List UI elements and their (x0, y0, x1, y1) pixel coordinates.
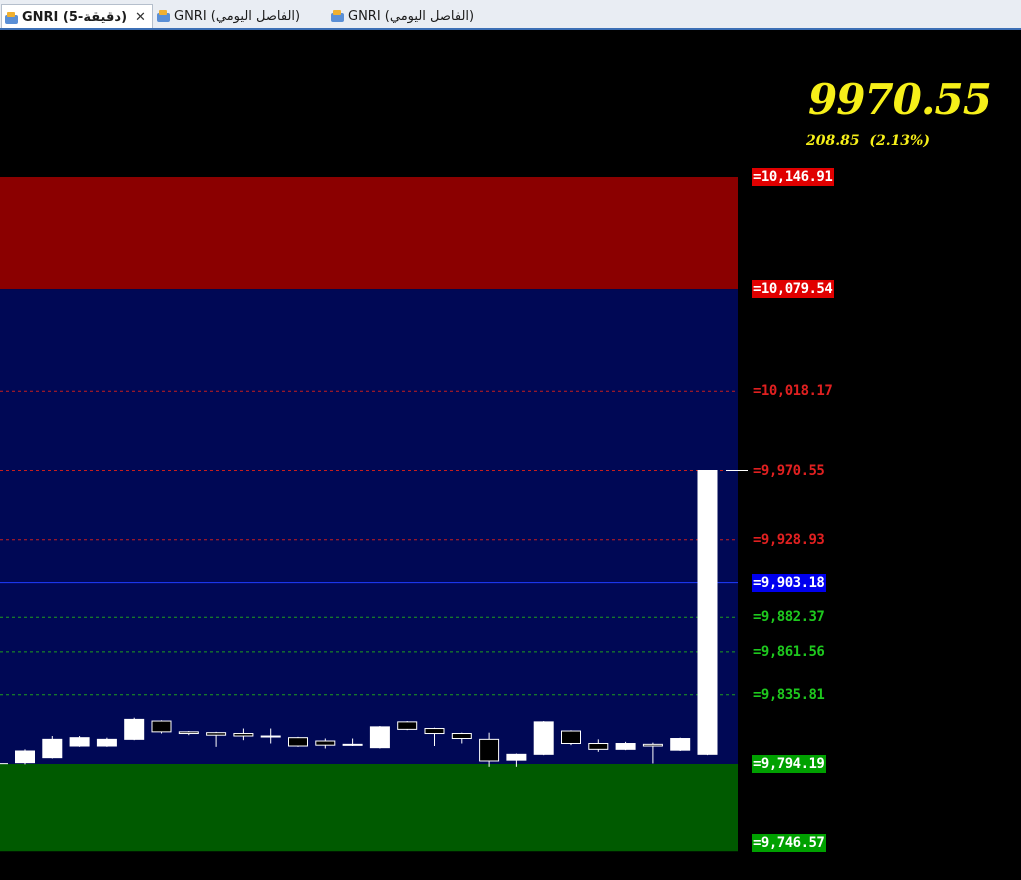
candle-body (124, 718, 145, 740)
candle-body (96, 738, 117, 747)
candle-body (561, 730, 581, 745)
price-level-label: =10,146.91 (752, 168, 835, 186)
chart-icon (331, 10, 344, 22)
candle-body (42, 738, 63, 759)
price-level-label: =9,835.81 (753, 686, 825, 703)
candle-body (315, 740, 336, 746)
candle-body (451, 733, 472, 740)
price-level-label: =10,018.17 (753, 383, 833, 400)
chart-icon (157, 10, 170, 22)
price-chart (0, 177, 748, 852)
neutral-zone (0, 289, 738, 764)
close-icon[interactable]: ✕ (135, 10, 146, 25)
candle-body (151, 720, 172, 733)
price-level-label: =9,882.37 (753, 609, 825, 626)
candle-body (206, 732, 227, 736)
price-level-label: =10,079.54 (752, 280, 835, 299)
tab-bar: GNRI (دقيقة-5) ✕ GNRI (الفاصل اليومي) GN… (0, 0, 1021, 31)
candle-body (369, 726, 390, 749)
tab-gnri-5min[interactable]: GNRI (دقيقة-5) ✕ (1, 4, 153, 30)
chart-icon (5, 11, 18, 24)
last-price: 9970.55 (808, 75, 992, 124)
support-zone (0, 764, 738, 852)
candle-body (15, 750, 35, 764)
price-level-label: =9,903.18 (752, 573, 827, 592)
price-level-label: =9,970.55 (753, 462, 825, 479)
candle-body (69, 737, 90, 747)
candle-body (260, 735, 281, 738)
tab-label: GNRI (دقيقة-5) (22, 10, 128, 25)
candle-body (615, 743, 636, 750)
price-level-label: =9,861.56 (753, 643, 825, 660)
candle-body (588, 743, 609, 750)
candle-body (178, 731, 199, 735)
tab-label: GNRI (الفاصل اليومي) (348, 8, 475, 24)
price-level-label: =9,794.19 (752, 755, 827, 773)
tab-gnri-daily[interactable]: GNRI (الفاصل اليومي) (154, 4, 300, 28)
candle-body (233, 733, 254, 737)
resistance-zone (0, 177, 738, 290)
price-change: 208.85 (2.13%) (806, 133, 930, 149)
tab-label: GNRI (الفاصل اليومي) (174, 8, 301, 24)
chart-area[interactable]: 9970.55 208.85 (2.13%) =10,146.91 =10,079… (0, 30, 1021, 880)
price-level-label: =9,746.57 (752, 834, 827, 853)
candle-body (670, 738, 691, 751)
candle-body (533, 721, 554, 755)
candle-body (397, 721, 418, 730)
candle-body (697, 470, 718, 755)
candle-body (479, 738, 500, 762)
candle-body (288, 737, 308, 747)
tab-gnri-daily-2[interactable]: GNRI (الفاصل اليومي) (328, 4, 474, 28)
candle-body (642, 743, 663, 747)
price-level-label: =9,928.93 (753, 531, 825, 548)
candle-body (342, 743, 363, 746)
candle-body (424, 728, 445, 735)
candle-body (506, 753, 527, 761)
